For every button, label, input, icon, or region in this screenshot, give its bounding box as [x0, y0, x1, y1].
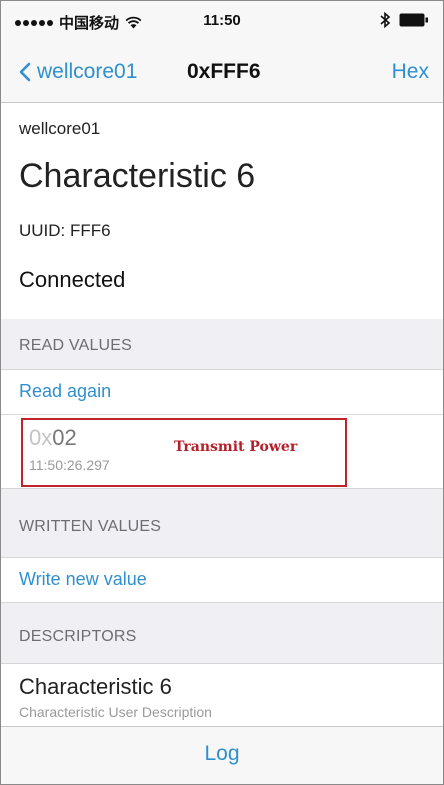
write-new-value-row[interactable]: Write new value [1, 557, 443, 603]
hex-button[interactable]: Hex [392, 60, 429, 84]
back-button[interactable]: wellcore01 [19, 60, 137, 84]
device-name: wellcore01 [19, 119, 101, 138]
characteristic-title: Characteristic 6 [19, 157, 256, 195]
read-value: 0x02 [29, 425, 77, 451]
transmit-power-annotation: Transmit Power [174, 439, 298, 455]
battery-icon [399, 13, 428, 27]
bottom-toolbar: Log [1, 726, 443, 784]
descriptors-header: DESCRIPTORS [1, 603, 443, 663]
highlight-box: 0x02 11:50:26.297 Transmit Power [21, 418, 347, 487]
navigation-bar: wellcore01 0xFFF6 Hex [1, 41, 443, 103]
descriptor-row[interactable]: Characteristic 6 Characteristic User Des… [1, 663, 443, 726]
nav-title: 0xFFF6 [187, 60, 261, 83]
read-again-row[interactable]: Read again [1, 369, 443, 414]
log-button[interactable]: Log [204, 742, 239, 766]
phone-screen: 中国移动 11:50 wellcore01 0xFFF6 Hex wellcor… [0, 0, 444, 785]
uuid-label: UUID: FFF6 [19, 221, 111, 240]
back-button-label: wellcore01 [37, 60, 138, 83]
write-new-value-button[interactable]: Write new value [19, 569, 147, 590]
value-prefix: 0x [29, 425, 53, 450]
descriptor-subtitle: Characteristic User Description [19, 704, 212, 720]
descriptor-title: Characteristic 6 [19, 674, 172, 699]
read-values-header: READ VALUES [1, 319, 443, 369]
connection-status: Connected [19, 267, 126, 292]
read-value-row: 0x02 11:50:26.297 Transmit Power [1, 414, 443, 489]
status-bar-right [379, 12, 429, 28]
chevron-left-icon [19, 62, 31, 82]
read-again-button[interactable]: Read again [19, 381, 111, 402]
value-hex: 02 [52, 425, 77, 450]
written-values-header: WRITTEN VALUES [1, 489, 443, 557]
value-timestamp: 11:50:26.297 [29, 457, 110, 473]
bluetooth-icon [380, 12, 391, 28]
status-bar: 中国移动 11:50 [1, 1, 443, 41]
status-time: 11:50 [203, 12, 241, 29]
